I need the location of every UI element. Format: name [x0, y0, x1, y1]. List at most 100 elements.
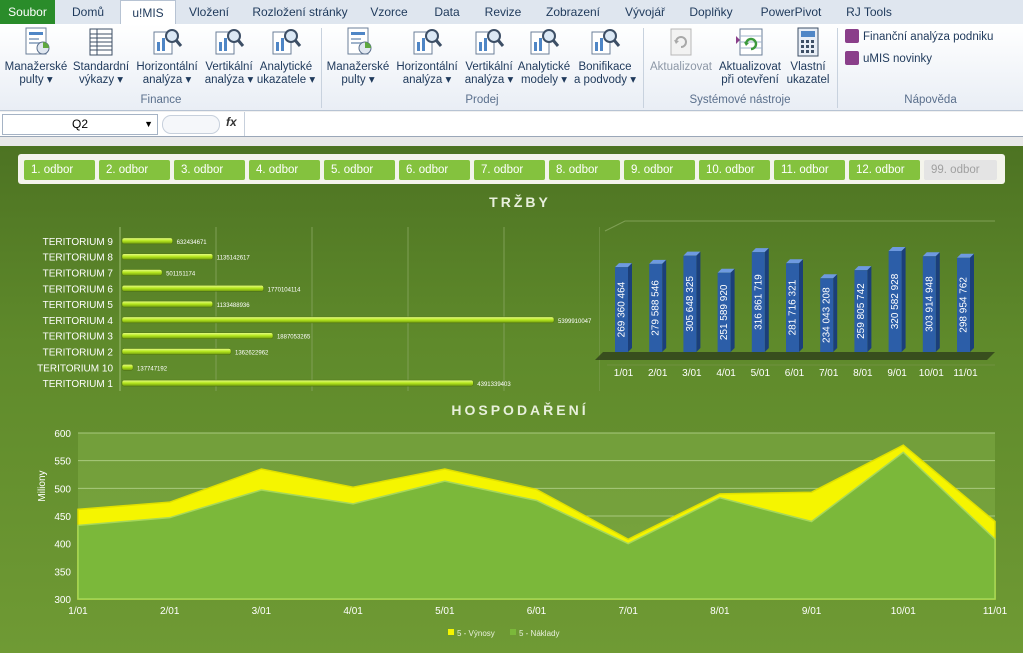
formula-bar-expander[interactable] [162, 115, 220, 134]
dept-button-5[interactable]: 5. odbor [324, 160, 395, 180]
finance-vertikalni-analyza-button[interactable]: Vertikální analýza ▾ [202, 26, 256, 96]
tick-label: 3/01 [252, 606, 272, 617]
button-label: modely ▾ [520, 74, 568, 86]
data-label: 1887053265 [277, 335, 311, 341]
dept-button-2[interactable]: 2. odbor [99, 160, 170, 180]
prodej-analyticke-modely-button[interactable]: Analytické modely ▾ [516, 26, 572, 96]
tab-vzorce[interactable]: Vzorce [358, 0, 420, 24]
tab-revize[interactable]: Revize [474, 0, 532, 24]
aktualizovat-pri-otevreni-button[interactable]: Aktualizovat při otevření [716, 26, 784, 96]
department-selector: 1. odbor 2. odbor 3. odbor 4. odbor 5. o… [18, 154, 1005, 184]
button-label: analýza ▾ [464, 74, 514, 86]
dept-button-6[interactable]: 6. odbor [399, 160, 470, 180]
magnifier-analysis-icon [151, 26, 183, 58]
finance-analyticke-ukazatele-button[interactable]: Analytické ukazatele ▾ [256, 26, 316, 96]
formula-input[interactable] [250, 115, 1010, 133]
data-label: 501151174 [166, 272, 196, 278]
trzby-monthly-chart: 269 360 464 1/01 279 588 546 2/01 305 648 32… [595, 220, 995, 377]
tick-label: 10/01 [919, 368, 944, 377]
tick-label: TERITORIUM 7 [43, 269, 114, 280]
dept-button-12[interactable]: 12. odbor [849, 160, 920, 180]
dept-button-7[interactable]: 7. odbor [474, 160, 545, 180]
tick-label: 2/01 [160, 606, 180, 617]
help-book-icon [845, 29, 859, 43]
tab-soubor[interactable]: Soubor [0, 0, 55, 24]
tab-vlozeni[interactable]: Vložení [176, 0, 242, 24]
bar-side [799, 259, 803, 352]
bar [121, 316, 555, 324]
prodej-bonifikace-button[interactable]: Bonifikace a podvody ▾ [572, 26, 638, 96]
sheet-header-strip [0, 137, 1023, 146]
tick-label: 9/01 [802, 606, 822, 617]
bar-side [730, 268, 735, 352]
tick-label: 300 [54, 595, 71, 606]
dept-button-10[interactable]: 10. odbor [699, 160, 770, 180]
finance-horizontalni-analyza-button[interactable]: Horizontální analýza ▾ [132, 26, 202, 96]
name-box[interactable]: Q2 ▼ [2, 114, 158, 135]
data-label: 281 716 321 [788, 279, 799, 335]
insert-function-icon[interactable]: fx [226, 115, 237, 129]
dept-button-11[interactable]: 11. odbor [774, 160, 845, 180]
finance-standardni-vykazy-button[interactable]: Standardní výkazy ▾ [70, 26, 132, 96]
dept-button-99[interactable]: 99. odbor [924, 160, 997, 180]
bar-side [696, 251, 701, 352]
legend-entry: 5 - Výnosy [457, 629, 495, 638]
table-report-icon [85, 26, 117, 58]
button-label: Vlastní [790, 61, 826, 73]
tab-data[interactable]: Data [422, 0, 472, 24]
refresh-icon [665, 26, 697, 58]
tick-label: 5/01 [435, 606, 455, 617]
name-box-value: Q2 [71, 117, 88, 131]
group-label-system: Systémové nástroje [689, 94, 791, 106]
button-label: Vertikální [205, 61, 253, 73]
bar [121, 300, 213, 308]
bar [121, 348, 232, 355]
button-label: analýza ▾ [402, 74, 452, 86]
prodej-horizontalni-analyza-button[interactable]: Horizontální analýza ▾ [392, 26, 462, 96]
tab-umis[interactable]: u!MIS [120, 0, 176, 26]
dashboard-sheet: 1. odbor 2. odbor 3. odbor 4. odbor 5. o… [0, 137, 1023, 653]
dept-button-8[interactable]: 8. odbor [549, 160, 620, 180]
dept-button-4[interactable]: 4. odbor [249, 160, 320, 180]
financni-analyza-link[interactable]: Finanční analýza podniku [845, 28, 993, 46]
chevron-down-icon[interactable]: ▼ [144, 115, 153, 134]
tick-label: 8/01 [853, 368, 873, 377]
bar-side [833, 274, 838, 352]
legend-entry: 5 - Náklady [519, 629, 559, 638]
button-label: analýza ▾ [142, 74, 192, 86]
link-label: uMIS novinky [863, 53, 933, 65]
tick-label: TERITORIUM 10 [37, 363, 113, 374]
data-label: 251 589 920 [719, 284, 730, 340]
tick-label: TERITORIUM 9 [43, 237, 114, 248]
prodej-manazerske-pulty-button[interactable]: Manažerské pulty ▾ [324, 26, 392, 96]
umis-novinky-link[interactable]: uMIS novinky [845, 50, 932, 68]
tick-label: 6/01 [527, 606, 547, 617]
tab-rj-tools[interactable]: RJ Tools [838, 0, 900, 24]
dept-button-1[interactable]: 1. odbor [24, 160, 95, 180]
dept-button-3[interactable]: 3. odbor [174, 160, 245, 180]
dashboard-report-icon [342, 26, 374, 58]
tab-vyvojar[interactable]: Vývojář [614, 0, 676, 24]
link-label: Finanční analýza podniku [863, 31, 994, 43]
legend-swatch [510, 629, 516, 635]
magnifier-analysis-icon [213, 26, 245, 58]
tab-doplnky[interactable]: Doplňky [678, 0, 744, 24]
button-label: Standardní [72, 61, 130, 73]
tab-powerpivot[interactable]: PowerPivot [746, 0, 836, 24]
prodej-vertikalni-analyza-button[interactable]: Vertikální analýza ▾ [462, 26, 516, 96]
tick-label: 4/01 [343, 606, 363, 617]
finance-manazerske-pulty-button[interactable]: Manažerské pulty ▾ [2, 26, 70, 96]
tab-zobrazeni[interactable]: Zobrazení [534, 0, 612, 24]
tick-label: 350 [54, 567, 71, 578]
bar [121, 237, 173, 245]
dept-button-9[interactable]: 9. odbor [624, 160, 695, 180]
tick-label: TERITORIUM 1 [43, 379, 114, 390]
gridline [604, 220, 995, 232]
tab-domu[interactable]: Domů [58, 0, 118, 24]
tab-rozlozeni-stranky[interactable]: Rozložení stránky [244, 0, 356, 24]
tick-label: 10/01 [891, 606, 916, 617]
vlastni-ukazatel-button[interactable]: Vlastní ukazatel [784, 26, 832, 96]
divider [244, 112, 245, 136]
aktualizovat-button[interactable]: Aktualizovat [646, 26, 716, 96]
bar-side [628, 263, 632, 352]
